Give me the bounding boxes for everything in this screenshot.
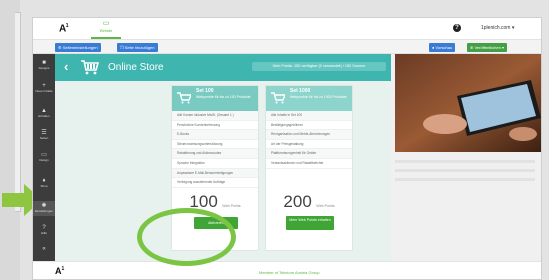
outer-left-edge bbox=[15, 12, 21, 212]
plan-feature: Verkaufsaktionen und Rabattberichte bbox=[266, 159, 352, 169]
plan-feature: Alle Inhalte in Set 100 bbox=[266, 111, 352, 121]
plan-feature: Persönliche Kundenbetreuung bbox=[172, 121, 258, 131]
sidebar-item-label: Designs bbox=[38, 66, 50, 70]
sidebar-item-design[interactable]: ▭ Design bbox=[33, 152, 55, 163]
web-points-status: Web Points: 150 verfügbar (0 verwendet) … bbox=[252, 62, 386, 71]
sidebar-item-label: Einstellungen bbox=[34, 209, 53, 213]
plan-feature: Art der Preisgestaltung bbox=[266, 140, 352, 150]
sidebar-collapse[interactable]: « bbox=[33, 246, 55, 253]
store-header: ‹ Online Store Web Points: 150 verfügbar… bbox=[55, 54, 391, 81]
sidebar: ■ Designs + Neue Inhalte ▲ Erhalten ☰ Se… bbox=[33, 54, 55, 261]
app-window: A1 ▭ Website ? 1plenich.com ▾ ⚙ Seitenei… bbox=[32, 17, 542, 280]
plan-card-header: Set 100 Webpunkte für bis zu 100 Produkt… bbox=[172, 86, 258, 111]
toolbar: ⚙ Seiteneinstellungen ❐ Seite hinzufügen… bbox=[33, 40, 541, 54]
sidebar-item-designs[interactable]: ■ Designs bbox=[33, 60, 55, 71]
site-preview bbox=[391, 54, 541, 261]
plan-price-unit: Web Points bbox=[316, 204, 335, 208]
plan-feature: Alle Kosten inklusive MwSt. (Gesamt 1 ) bbox=[172, 111, 258, 121]
site-selector[interactable]: 1plenich.com ▾ bbox=[481, 25, 514, 31]
sidebar-item-help[interactable]: ? Hilfe bbox=[33, 225, 55, 236]
tablet-photo bbox=[395, 54, 541, 152]
sidebar-item-upload[interactable]: ▲ Erhalten bbox=[33, 108, 55, 119]
sidebar-item-label: Seiten bbox=[39, 136, 49, 140]
preview-text-lines bbox=[395, 160, 535, 187]
plan-feature: Plattformbezogenheit für Gelder bbox=[266, 149, 352, 159]
plan-subtitle: Webpunkte für bis zu 1000 Produkte bbox=[290, 95, 347, 99]
publish-button[interactable]: ⊕ Veröffentlichen ▾ bbox=[467, 43, 507, 52]
nav-website[interactable]: ▭ Website bbox=[91, 19, 121, 39]
sidebar-item-label: Shop bbox=[40, 184, 48, 188]
plan-feature: Bestätigungsgebühren bbox=[266, 121, 352, 131]
sidebar-item-label: Hilfe bbox=[40, 231, 47, 235]
footer-text: Member of Telekom Austria Group bbox=[259, 270, 320, 275]
plan-feature: Anpassbare E-Mail-Benachrichtigungen bbox=[172, 168, 258, 179]
sidebar-item-label: Neue Inhalte bbox=[35, 89, 53, 93]
sidebar-item-label: Design bbox=[39, 158, 49, 162]
footer: A1 Member of Telekom Austria Group bbox=[33, 261, 541, 279]
top-header: A1 ▭ Website ? 1plenich.com ▾ bbox=[33, 18, 541, 40]
plan-features: Alle Inhalte in Set 100 Bestätigungsgebü… bbox=[266, 111, 352, 169]
store-title: Online Store bbox=[108, 62, 164, 73]
collapse-icon: « bbox=[42, 246, 46, 252]
plan-title: Set 100 bbox=[196, 88, 214, 94]
get-more-points-button[interactable]: Mehr Web Points erhalten bbox=[286, 216, 334, 230]
plan-price-value: 200 bbox=[283, 192, 312, 211]
plan-feature: E-Books bbox=[172, 130, 258, 140]
monitor-icon: ▭ bbox=[102, 20, 110, 27]
plan-price: 200 Web Points bbox=[266, 192, 352, 212]
help-icon[interactable]: ? bbox=[453, 24, 461, 32]
sidebar-item-settings[interactable]: ✺ Einstellungen bbox=[33, 201, 55, 216]
sidebar-item-shop[interactable]: ♦ Shop bbox=[33, 178, 55, 189]
a1-logo[interactable]: A1 bbox=[59, 23, 69, 34]
plan-card-header: Set 1000 Webpunkte für bis zu 1000 Produ… bbox=[266, 86, 352, 111]
sidebar-item-label: Erhalten bbox=[38, 114, 50, 118]
plan-feature: Sprache Integration bbox=[172, 159, 258, 169]
preview-button[interactable]: ● Vorschau bbox=[429, 43, 456, 52]
plan-feature: Verfolgung ausstehender Aufträge bbox=[172, 178, 258, 188]
plan-title: Set 1000 bbox=[290, 88, 311, 94]
cart-icon bbox=[81, 60, 99, 75]
page-settings-button[interactable]: ⚙ Seiteneinstellungen bbox=[55, 43, 101, 52]
nav-website-label: Website bbox=[99, 29, 113, 33]
plan-subtitle: Webpunkte für bis zu 100 Produkte bbox=[196, 95, 251, 99]
plan-feature: Steuerzuweisungsunterstützung bbox=[172, 140, 258, 150]
add-page-button[interactable]: ❐ Seite hinzufügen bbox=[117, 43, 158, 52]
footer-a1-logo: A1 bbox=[55, 266, 65, 276]
back-chevron-icon[interactable]: ‹ bbox=[64, 60, 68, 74]
plan-features: Alle Kosten inklusive MwSt. (Gesamt 1 ) … bbox=[172, 111, 258, 188]
plan-feature: Reorganisation und Metrik-Abrechnungen bbox=[266, 130, 352, 140]
cart-icon bbox=[177, 92, 191, 104]
plan-feature: Rabattierung und Aktionscodes bbox=[172, 149, 258, 159]
cart-icon bbox=[271, 92, 285, 104]
highlight-ring bbox=[137, 208, 236, 266]
sidebar-item-pages[interactable]: ☰ Seiten bbox=[33, 130, 55, 141]
plan-card-set-1000: Set 1000 Webpunkte für bis zu 1000 Produ… bbox=[265, 85, 353, 251]
plan-price-unit: Web Points bbox=[222, 204, 241, 208]
sidebar-item-new-content[interactable]: + Neue Inhalte bbox=[33, 83, 55, 94]
